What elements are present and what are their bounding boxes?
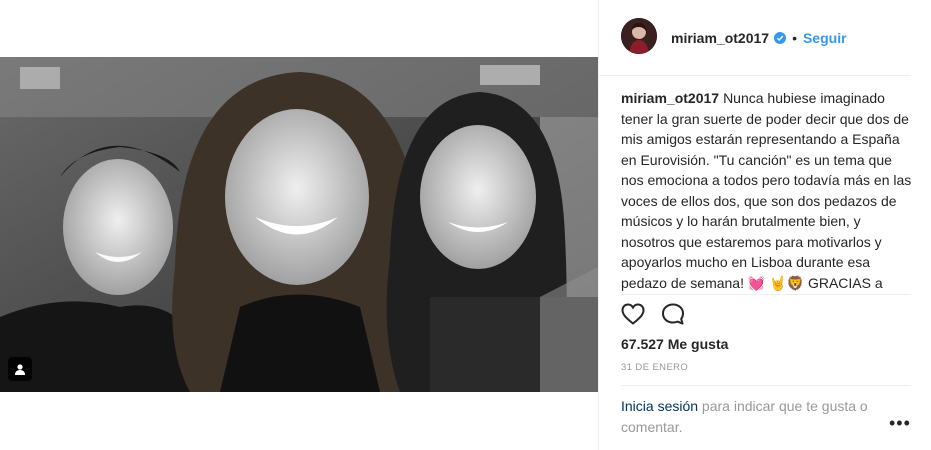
post-media-area [0, 0, 598, 450]
caption-username[interactable]: miriam_ot2017 [621, 90, 719, 106]
divider [621, 294, 911, 295]
caption-text: Nunca hubiese imaginado tener la gran su… [621, 90, 912, 291]
divider [621, 385, 911, 386]
header-separator: • [792, 30, 797, 46]
post-photo[interactable] [0, 57, 598, 392]
post-header: miriam_ot2017 • Seguir [599, 0, 911, 76]
post-date[interactable]: 31 DE ENERO [621, 362, 688, 373]
more-options-icon[interactable]: ••• [889, 414, 911, 432]
caption: miriam_ot2017 Nunca hubiese imaginado ten… [621, 88, 913, 294]
heart-icon[interactable] [621, 303, 645, 325]
action-bar [621, 303, 685, 325]
post-details-panel: miriam_ot2017 • Seguir miriam_ot2017 Nunc… [598, 0, 931, 450]
user-tag-icon[interactable] [8, 357, 32, 381]
like-count[interactable]: 67.527 Me gusta [621, 336, 728, 352]
verified-badge-icon [774, 32, 787, 44]
avatar[interactable] [621, 18, 657, 54]
login-link[interactable]: Inicia sesión [621, 398, 698, 414]
header-username[interactable]: miriam_ot2017 [671, 30, 769, 46]
follow-button[interactable]: Seguir [803, 30, 847, 46]
photo-illustration [0, 57, 598, 392]
login-prompt: Inicia sesión para indicar que te gusta … [621, 396, 871, 438]
comment-icon[interactable] [661, 303, 685, 325]
